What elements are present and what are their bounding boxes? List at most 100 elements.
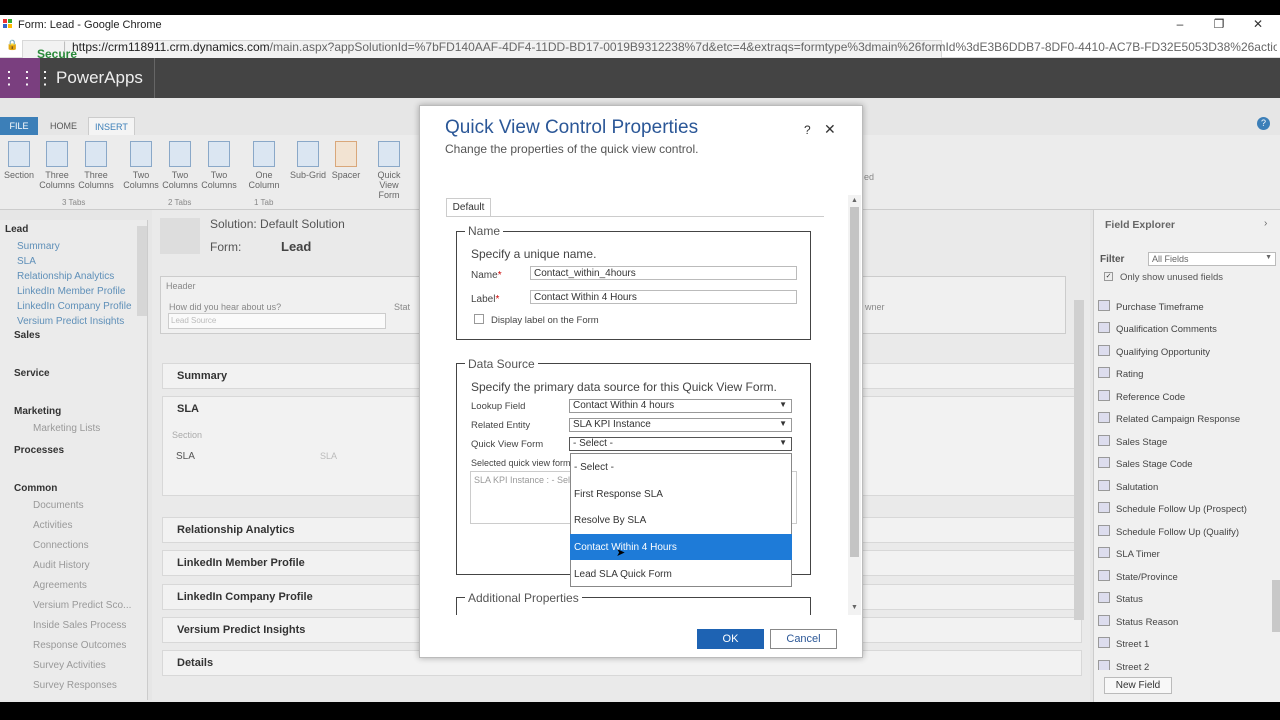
- minimize-icon[interactable]: –: [1170, 17, 1190, 31]
- field-item[interactable]: Related Campaign Response: [1098, 412, 1240, 425]
- field-item[interactable]: State/Province: [1098, 570, 1178, 583]
- header-field-value[interactable]: Lead Source: [168, 313, 386, 329]
- field-item[interactable]: Qualification Comments: [1098, 322, 1217, 335]
- nav-item-audit-history[interactable]: Audit History: [33, 560, 169, 571]
- three-columns-icon: [85, 141, 107, 167]
- ribbon-one-column-button[interactable]: One Column: [245, 141, 283, 190]
- header-field-2: Stat: [394, 302, 411, 312]
- ribbon-quick-view-form-button[interactable]: Quick View Form: [369, 141, 409, 200]
- url-path: /main.aspx?appSolutionId=%7bFD140AAF-4DF…: [269, 40, 1277, 54]
- nav-link-summary[interactable]: Summary: [17, 241, 153, 252]
- tab-home[interactable]: HOME: [44, 117, 83, 135]
- ribbon-three-columns-button-2[interactable]: Three Columns: [77, 141, 115, 190]
- nav-item-response-outcomes[interactable]: Response Outcomes: [33, 640, 169, 651]
- ribbon-spacer-button[interactable]: Spacer: [327, 141, 365, 180]
- scroll-up-icon[interactable]: ▲: [851, 197, 858, 204]
- url-text[interactable]: https://crm118911.crm.dynamics.com/main.…: [72, 40, 1277, 54]
- dropdown-option[interactable]: Lead SLA Quick Form: [570, 561, 792, 587]
- nav-group-service[interactable]: Service: [14, 368, 150, 379]
- lookup-field-label: Lookup Field: [471, 401, 526, 412]
- new-field-button[interactable]: New Field: [1104, 677, 1172, 694]
- additional-legend: Additional Properties: [465, 591, 582, 605]
- quick-view-form-icon: [378, 141, 400, 167]
- display-label-checkbox[interactable]: [474, 314, 484, 324]
- address-bar[interactable]: 🔒 Secure | https://crm118911.crm.dynamic…: [0, 36, 1280, 66]
- help-icon[interactable]: ?: [1257, 117, 1270, 130]
- ribbon-two-columns-button-3[interactable]: Two Columns: [200, 141, 238, 190]
- field-item[interactable]: Rating: [1098, 367, 1143, 380]
- nav-group-sales[interactable]: Sales: [14, 330, 150, 341]
- field-item[interactable]: Salutation: [1098, 480, 1158, 493]
- field-explorer-panel: [1093, 210, 1280, 702]
- field-item[interactable]: Schedule Follow Up (Qualify): [1098, 525, 1239, 538]
- field-item[interactable]: Sales Stage: [1098, 435, 1167, 448]
- tab-default[interactable]: Default: [446, 198, 491, 216]
- nav-item-marketing-lists[interactable]: Marketing Lists: [33, 423, 169, 434]
- address-separator: |: [63, 39, 67, 53]
- restore-icon[interactable]: ❐: [1209, 17, 1229, 31]
- field-item[interactable]: SLA Timer: [1098, 547, 1160, 560]
- name-input[interactable]: Contact_within_4hours: [530, 266, 797, 280]
- label-input[interactable]: Contact Within 4 Hours: [530, 290, 797, 304]
- name-field-label: Name*: [471, 270, 502, 281]
- canvas-scrollbar[interactable]: [1074, 300, 1084, 620]
- nav-scrollbar[interactable]: [137, 226, 147, 316]
- field-item[interactable]: Schedule Follow Up (Prospect): [1098, 502, 1247, 515]
- nav-item-versium-score[interactable]: Versium Predict Sco...: [33, 600, 169, 611]
- nav-link-sla[interactable]: SLA: [17, 256, 153, 267]
- field-item[interactable]: Qualifying Opportunity: [1098, 345, 1210, 358]
- lookup-field-select[interactable]: Contact Within 4 hours ▼: [569, 399, 792, 413]
- nav-group-marketing[interactable]: Marketing: [14, 406, 150, 417]
- dialog-scrollbar-thumb[interactable]: [850, 207, 859, 557]
- nav-link-linkedin-company[interactable]: LinkedIn Company Profile: [17, 301, 153, 312]
- field-list-scrollbar[interactable]: [1272, 580, 1280, 632]
- dropdown-option[interactable]: First Response SLA: [570, 481, 792, 507]
- field-item[interactable]: Sales Stage Code: [1098, 457, 1193, 470]
- field-item[interactable]: Purchase Timeframe: [1098, 300, 1204, 313]
- field-item[interactable]: Street 1: [1098, 637, 1149, 650]
- dropdown-option-highlighted[interactable]: Contact Within 4 Hours: [570, 534, 792, 560]
- app-launcher-icon[interactable]: ⋮⋮⋮: [0, 58, 54, 98]
- ribbon-section-button[interactable]: Section: [0, 141, 38, 180]
- nav-link-relationship-analytics[interactable]: Relationship Analytics: [17, 271, 153, 282]
- dropdown-option[interactable]: - Select -: [570, 454, 792, 480]
- nav-item-agreements[interactable]: Agreements: [33, 580, 169, 591]
- dropdown-arrow-icon: ▼: [779, 438, 787, 447]
- ribbon-two-columns-button[interactable]: Two Columns: [122, 141, 160, 190]
- quick-view-form-select[interactable]: - Select - ▼: [569, 437, 792, 451]
- scroll-down-icon[interactable]: ▼: [851, 604, 858, 611]
- nav-link-linkedin-member[interactable]: LinkedIn Member Profile: [17, 286, 153, 297]
- cancel-button[interactable]: Cancel: [770, 629, 837, 649]
- nav-item-survey-responses[interactable]: Survey Responses: [33, 680, 169, 691]
- nav-item-inside-sales[interactable]: Inside Sales Process: [33, 620, 169, 631]
- field-item[interactable]: Status Reason: [1098, 615, 1178, 628]
- nav-item-documents[interactable]: Documents: [33, 500, 169, 511]
- subgrid-icon: [297, 141, 319, 167]
- dialog-close-icon[interactable]: ✕: [824, 121, 836, 138]
- ribbon-subgrid-button[interactable]: Sub-Grid: [289, 141, 327, 180]
- field-item[interactable]: Status: [1098, 592, 1143, 605]
- sla-field-label: SLA: [176, 451, 195, 462]
- ok-button[interactable]: OK: [697, 629, 764, 649]
- nav-item-survey-activities[interactable]: Survey Activities: [33, 660, 169, 671]
- nav-item-connections[interactable]: Connections: [33, 540, 169, 551]
- tab-file[interactable]: FILE: [0, 117, 38, 135]
- close-window-icon[interactable]: ✕: [1248, 17, 1268, 31]
- related-entity-select[interactable]: SLA KPI Instance ▼: [569, 418, 792, 432]
- nav-group-processes[interactable]: Processes: [14, 445, 150, 456]
- filter-select[interactable]: All Fields ▼: [1148, 252, 1276, 266]
- nav-link-versium[interactable]: Versium Predict Insights: [17, 316, 153, 325]
- collapse-panel-icon[interactable]: ›: [1264, 218, 1267, 229]
- tab-insert[interactable]: INSERT: [88, 117, 135, 135]
- ribbon-three-columns-button[interactable]: Three Columns: [38, 141, 76, 190]
- ribbon-two-columns-button-2[interactable]: Two Columns: [161, 141, 199, 190]
- chrome-icon: [3, 19, 13, 29]
- dialog-help-icon[interactable]: ?: [804, 123, 811, 137]
- nav-group-common[interactable]: Common: [14, 483, 150, 494]
- spacer-icon: [335, 141, 357, 167]
- field-item[interactable]: Street 2: [1098, 660, 1149, 670]
- field-item[interactable]: Reference Code: [1098, 390, 1185, 403]
- unused-fields-checkbox[interactable]: ✓: [1104, 272, 1113, 281]
- dropdown-option[interactable]: Resolve By SLA: [570, 507, 792, 533]
- nav-item-activities[interactable]: Activities: [33, 520, 169, 531]
